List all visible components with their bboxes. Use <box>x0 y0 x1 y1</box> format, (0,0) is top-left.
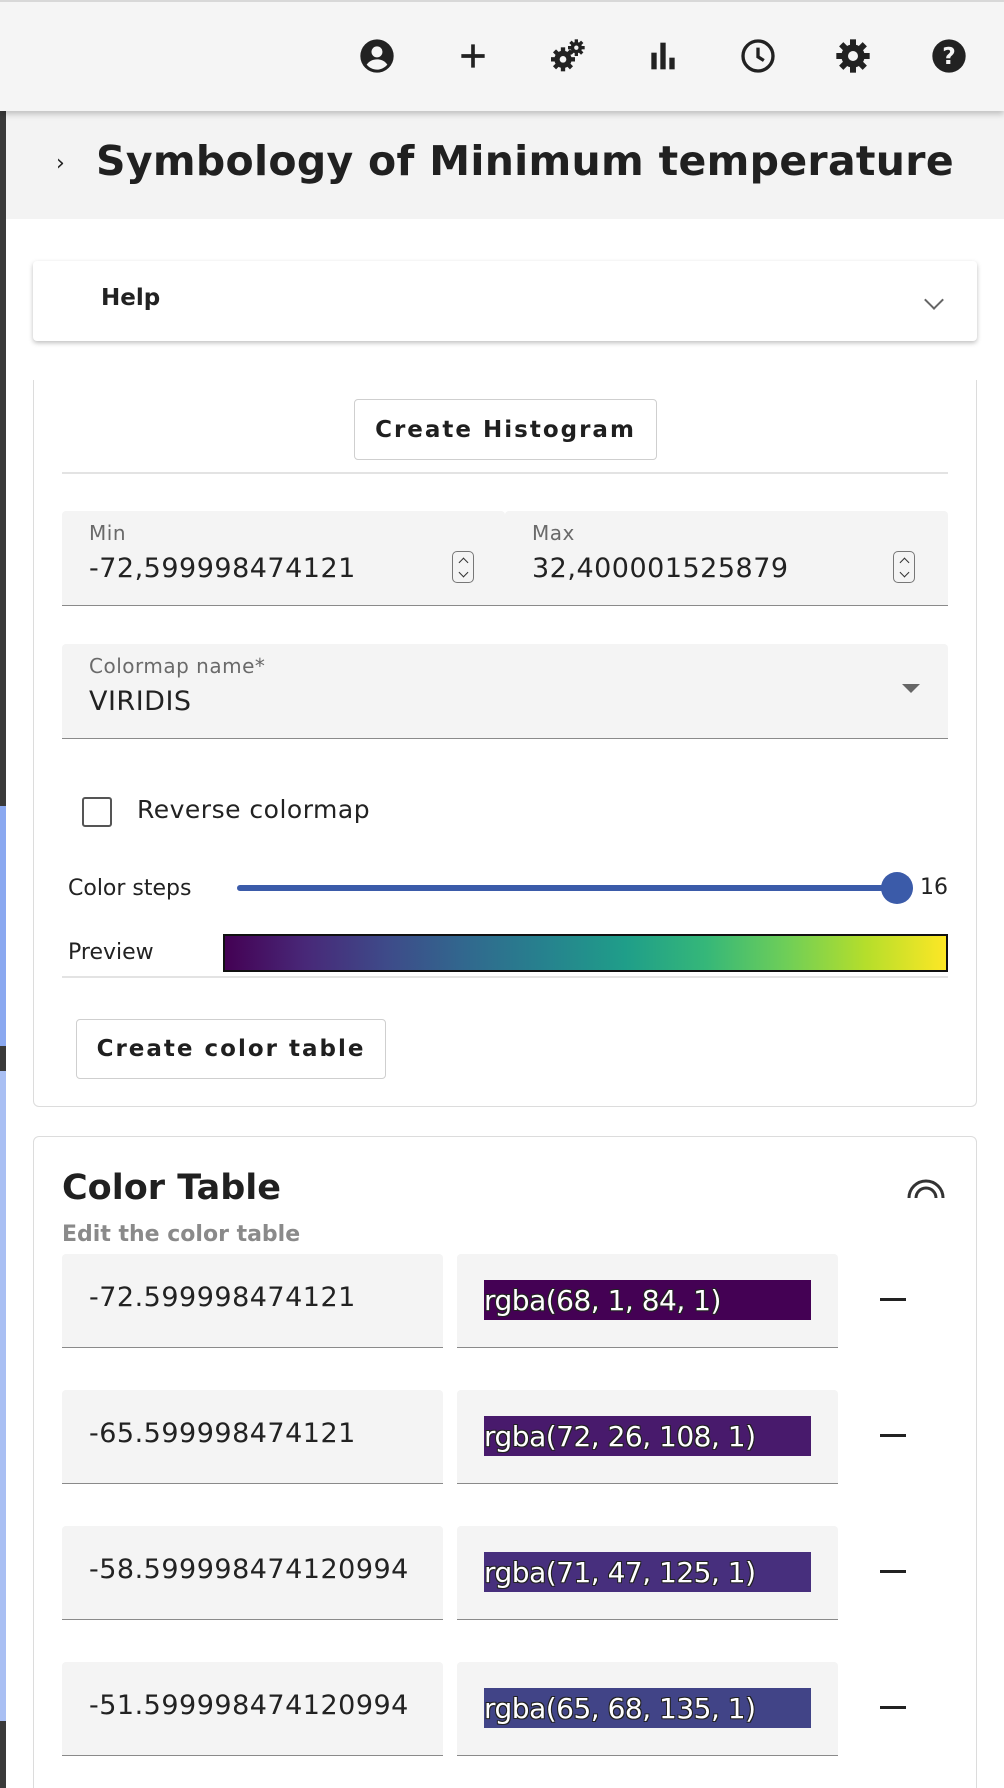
stop-value-field[interactable]: -72.599998474121 <box>62 1254 443 1348</box>
chevron-right-icon[interactable]: › <box>56 151 65 176</box>
colormap-label: Colormap name* <box>89 654 266 678</box>
colormap-value: VIRIDIS <box>89 686 192 717</box>
remove-row-button[interactable] <box>880 1706 906 1709</box>
dropdown-arrow-icon <box>902 684 920 693</box>
collapse-arc-icon[interactable] <box>905 1172 947 1202</box>
help-icon[interactable]: ? <box>927 34 971 78</box>
table-row: -58.599998474120994 rgba(71, 47, 125, 1) <box>62 1526 962 1620</box>
account-icon[interactable] <box>355 34 399 78</box>
color-table-subtitle: Edit the color table <box>62 1222 301 1247</box>
colormap-preview <box>223 934 948 972</box>
color-steps-value: 16 <box>920 875 948 900</box>
table-row: -72.599998474121 rgba(68, 1, 84, 1) <box>62 1254 962 1348</box>
remove-row-button[interactable] <box>880 1570 906 1573</box>
gears-icon[interactable] <box>546 34 590 78</box>
settings-icon[interactable] <box>831 34 875 78</box>
min-label: Min <box>89 521 126 545</box>
remove-row-button[interactable] <box>880 1434 906 1437</box>
max-field[interactable]: Max 32,400001525879 <box>505 511 948 606</box>
color-swatch: rgba(65, 68, 135, 1) <box>484 1688 811 1728</box>
color-steps-slider-thumb[interactable] <box>881 872 913 904</box>
colormap-panel <box>33 380 977 1107</box>
color-swatch: rgba(71, 47, 125, 1) <box>484 1552 811 1592</box>
page-title: Symbology of Minimum temperature <box>96 137 954 185</box>
stop-color-field[interactable]: rgba(68, 1, 84, 1) <box>457 1254 838 1348</box>
help-label: Help <box>101 285 161 311</box>
color-steps-slider[interactable] <box>237 885 897 891</box>
color-table-title: Color Table <box>62 1168 281 1208</box>
preview-label: Preview <box>68 940 154 965</box>
remove-row-button[interactable] <box>880 1298 906 1301</box>
top-toolbar: ? <box>0 0 1004 111</box>
divider <box>62 472 948 474</box>
stop-value-field[interactable]: -65.599998474121 <box>62 1390 443 1484</box>
chevron-down-icon <box>924 290 944 310</box>
create-histogram-button[interactable]: Create Histogram <box>354 399 657 460</box>
stop-value-field[interactable]: -51.599998474120994 <box>62 1662 443 1756</box>
title-bar: › Symbology of Minimum temperature <box>6 111 1004 219</box>
create-color-table-button[interactable]: Create color table <box>76 1019 386 1079</box>
min-field[interactable]: Min -72,599998474121 <box>62 511 505 606</box>
bar-chart-icon[interactable] <box>641 34 685 78</box>
color-swatch: rgba(72, 26, 108, 1) <box>484 1416 811 1456</box>
divider <box>62 976 948 978</box>
clock-icon[interactable] <box>736 34 780 78</box>
stop-value-field[interactable]: -58.599998474120994 <box>62 1526 443 1620</box>
stop-color-field[interactable]: rgba(71, 47, 125, 1) <box>457 1526 838 1620</box>
color-swatch: rgba(68, 1, 84, 1) <box>484 1280 811 1320</box>
add-icon[interactable] <box>451 34 495 78</box>
left-edge-strip <box>0 111 6 1788</box>
stop-color-field[interactable]: rgba(72, 26, 108, 1) <box>457 1390 838 1484</box>
reverse-colormap-label: Reverse colormap <box>137 795 371 824</box>
max-stepper[interactable] <box>893 551 915 583</box>
reverse-colormap-checkbox[interactable] <box>82 797 112 827</box>
table-row: -51.599998474120994 rgba(65, 68, 135, 1) <box>62 1662 962 1756</box>
table-row: -65.599998474121 rgba(72, 26, 108, 1) <box>62 1390 962 1484</box>
min-stepper[interactable] <box>452 551 474 583</box>
max-label: Max <box>532 521 575 545</box>
min-value: -72,599998474121 <box>89 553 356 584</box>
stop-color-field[interactable]: rgba(65, 68, 135, 1) <box>457 1662 838 1756</box>
max-value: 32,400001525879 <box>532 553 789 584</box>
colormap-select[interactable]: Colormap name* VIRIDIS <box>62 644 948 739</box>
color-steps-label: Color steps <box>68 876 192 901</box>
help-expander[interactable]: Help <box>33 261 977 341</box>
svg-text:?: ? <box>942 42 956 70</box>
